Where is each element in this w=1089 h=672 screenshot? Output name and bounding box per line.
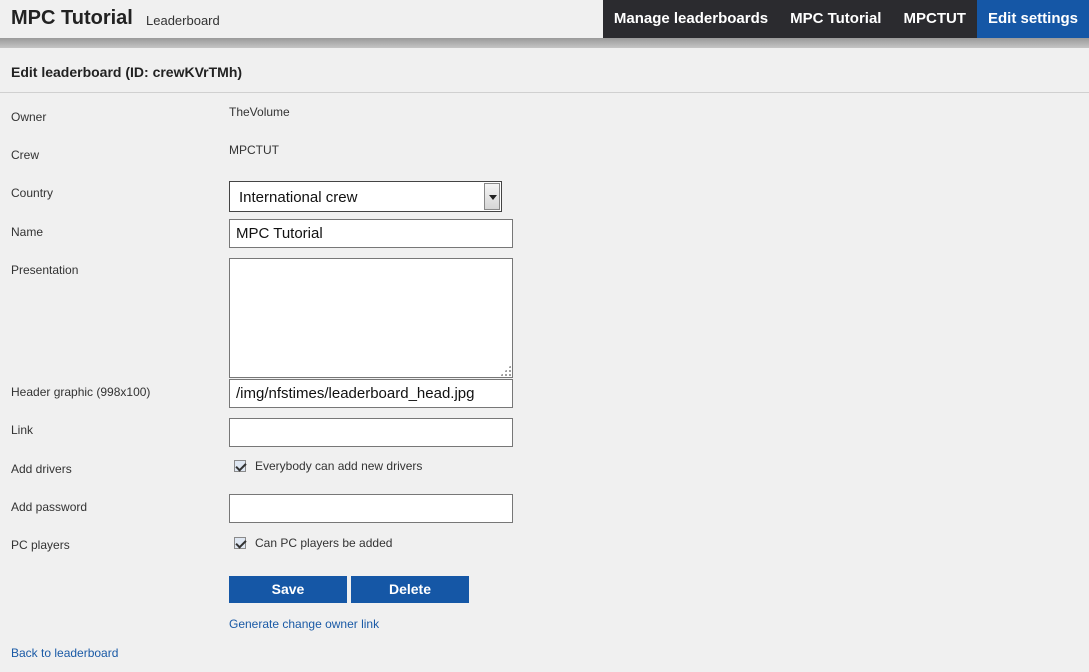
back-to-leaderboard-link[interactable]: Back to leaderboard (11, 646, 118, 660)
save-button[interactable]: Save (229, 576, 347, 603)
page-title: Edit leaderboard (ID: crewKVrTMh) (11, 64, 243, 80)
crew-value: MPCTUT (229, 143, 279, 157)
link-input[interactable] (229, 418, 513, 447)
country-selected-value: International crew (239, 189, 358, 206)
generate-change-owner-link[interactable]: Generate change owner link (229, 617, 379, 631)
pc-players-checkbox[interactable] (234, 537, 246, 549)
presentation-textarea[interactable] (229, 258, 513, 378)
site-subtitle: Leaderboard (146, 13, 220, 28)
presentation-label: Presentation (11, 263, 79, 277)
country-label: Country (11, 186, 54, 200)
main-nav: Manage leaderboards MPC Tutorial MPCTUT … (602, 0, 1089, 38)
site-title[interactable]: MPC Tutorial (11, 7, 133, 30)
top-bar: MPC Tutorial Leaderboard Manage leaderbo… (0, 0, 1089, 38)
name-label: Name (11, 225, 44, 239)
header-graphic-input[interactable] (229, 379, 513, 408)
crew-label: Crew (11, 148, 40, 162)
add-password-label: Add password (11, 500, 88, 514)
link-label: Link (11, 423, 34, 437)
owner-label: Owner (11, 110, 47, 124)
chevron-down-icon[interactable] (484, 183, 500, 210)
nav-edit-settings[interactable]: Edit settings (976, 0, 1089, 38)
nav-mpc-tutorial[interactable]: MPC Tutorial (779, 0, 893, 38)
nav-mpctut[interactable]: MPCTUT (892, 0, 977, 38)
divider (0, 92, 1089, 93)
country-select[interactable]: International crew (229, 181, 502, 212)
name-input[interactable] (229, 219, 513, 248)
pc-players-checkbox-row[interactable]: Can PC players be added (234, 536, 392, 550)
add-drivers-checkbox-row[interactable]: Everybody can add new drivers (234, 459, 422, 473)
header-graphic-strip (0, 38, 1089, 48)
owner-value: TheVolume (229, 105, 290, 119)
delete-button[interactable]: Delete (351, 576, 469, 603)
nav-manage-leaderboards[interactable]: Manage leaderboards (602, 0, 780, 38)
pc-players-checkbox-label[interactable]: Can PC players be added (255, 536, 392, 550)
pc-players-label: PC players (11, 538, 70, 552)
add-drivers-checkbox[interactable] (234, 460, 246, 472)
header-graphic-label: Header graphic (998x100) (11, 385, 151, 399)
add-drivers-checkbox-label[interactable]: Everybody can add new drivers (255, 459, 422, 473)
add-drivers-label: Add drivers (11, 462, 72, 476)
add-password-input[interactable] (229, 494, 513, 523)
